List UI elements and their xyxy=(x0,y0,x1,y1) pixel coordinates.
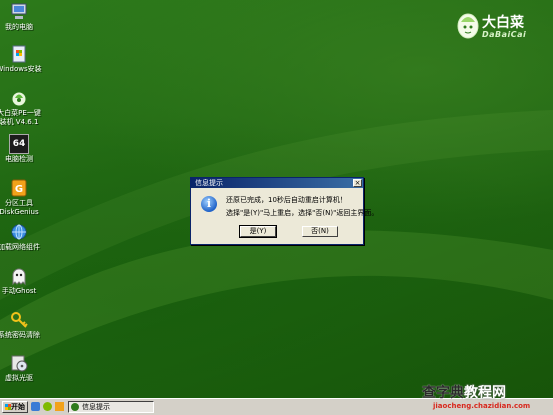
dabaicai-logo: 大白菜 DaBaiCai xyxy=(456,10,548,44)
dialog-close-button[interactable]: × xyxy=(353,179,362,187)
desktop-icon-ghost[interactable]: 手动Ghost xyxy=(0,266,42,296)
quicklaunch-tool-icon[interactable] xyxy=(55,402,64,411)
quicklaunch-desktop-icon[interactable] xyxy=(31,402,40,411)
watermark-url: jiaocheng.chazidian.com xyxy=(433,402,531,410)
svg-text:G: G xyxy=(15,184,23,195)
no-button[interactable]: 否(N) xyxy=(302,226,338,237)
desktop-icon-dabaicai-installer[interactable]: 大白菜PE一键 装机 V4.6.1 xyxy=(0,88,42,127)
quicklaunch-explorer-icon[interactable] xyxy=(43,402,52,411)
desktop-icon-virtual-drive[interactable]: 虚拟光驱 xyxy=(0,353,42,383)
desktop-icon-label-line2: 装机 V4.6.1 xyxy=(0,118,39,126)
desktop-icon-network[interactable]: 加载网络组件 xyxy=(0,222,42,252)
logo-text-en: DaBaiCai xyxy=(482,30,527,39)
desktop-icon-my-computer[interactable]: 我的电脑 xyxy=(0,2,42,32)
windows-install-icon xyxy=(9,44,29,64)
info-dialog: 信息提示 × i 还原已完成，10秒后自动重启计算机！ 选择"是(Y)"马上重启… xyxy=(190,177,378,245)
watermark-title-part1: 查字典 xyxy=(422,385,464,401)
watermark-title: 查字典教程网 xyxy=(422,382,506,402)
desktop-icon-label: 系统密码清除 xyxy=(0,331,40,339)
cabbage-logo-icon xyxy=(457,13,479,39)
dialog-title: 信息提示 xyxy=(195,179,223,187)
desktop-icon-label: 我的电脑 xyxy=(5,23,33,31)
my-computer-icon xyxy=(9,2,29,22)
dialog-titlebar[interactable]: 信息提示 × xyxy=(191,178,363,188)
info-icon: i xyxy=(201,196,217,212)
logo-text-cn: 大白菜 xyxy=(482,15,524,31)
taskbar-item-label: 信息提示 xyxy=(82,403,110,411)
start-button[interactable]: 开始 xyxy=(2,401,28,413)
ghost-icon xyxy=(9,266,29,286)
taskbar-item-info-dialog[interactable]: 信息提示 xyxy=(68,401,154,413)
desktop-icon-label: 分区工具 xyxy=(5,199,33,207)
network-icon xyxy=(9,222,29,242)
start-label: 开始 xyxy=(11,403,25,411)
dabaicai-small-icon xyxy=(71,403,79,411)
desktop-icon-label: 虚拟光驱 xyxy=(5,374,33,382)
desktop-icon-password-clear[interactable]: 系统密码清除 xyxy=(0,310,42,340)
windows-flag-icon xyxy=(5,404,11,410)
desktop-icon-pc-check[interactable]: 64 电脑检测 xyxy=(0,134,42,164)
pc-check-icon: 64 xyxy=(9,134,29,154)
desktop-icon-label: 大白菜PE一键 xyxy=(0,109,41,117)
password-key-icon xyxy=(9,310,29,330)
dialog-message-1: 还原已完成，10秒后自动重启计算机！ xyxy=(226,196,347,204)
yes-button[interactable]: 是(Y) xyxy=(239,225,277,238)
diskgenius-icon: G xyxy=(9,178,29,198)
dialog-message-2: 选择"是(Y)"马上重启，选择"否(N)"返回主界面。 xyxy=(226,209,379,217)
desktop-icon-label: Windows安装 xyxy=(0,65,42,73)
desktop-icon-label: 加载网络组件 xyxy=(0,243,40,251)
desktop: 我的电脑 Windows安装 大白菜PE一键 装机 V4.6.1 64 电脑检测… xyxy=(0,0,553,398)
desktop-icon-label-line2: DiskGenius xyxy=(0,208,39,216)
dabaicai-installer-icon xyxy=(9,88,29,108)
virtual-drive-icon xyxy=(9,353,29,373)
watermark: 查字典教程网 jiaocheng.chazidian.com xyxy=(397,380,553,415)
desktop-icon-label: 电脑检测 xyxy=(5,155,33,163)
watermark-title-part2: 教程网 xyxy=(464,385,506,401)
desktop-icon-diskgenius[interactable]: G 分区工具 DiskGenius xyxy=(0,178,42,217)
desktop-icon-windows-install[interactable]: Windows安装 xyxy=(0,44,42,74)
desktop-icon-label: 手动Ghost xyxy=(1,287,37,295)
